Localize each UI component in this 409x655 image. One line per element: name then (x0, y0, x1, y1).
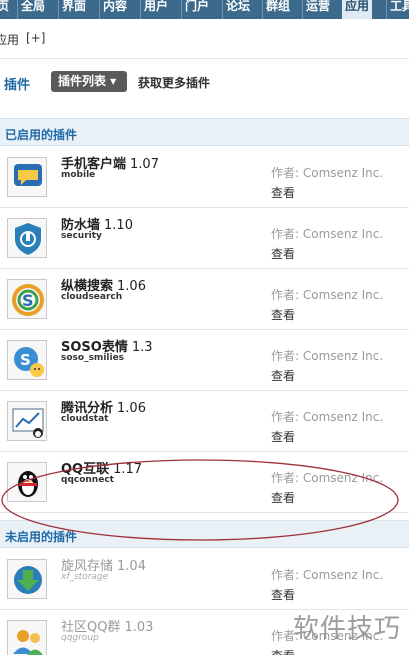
qq-penguin-icon (7, 462, 47, 502)
plugin-list-dropdown[interactable]: 插件列表 ▾ (51, 71, 127, 92)
plugin-author: 作者: Comsenz Inc. (271, 471, 384, 485)
page-title: 插件 (4, 78, 31, 93)
section-disabled: 未启用的插件 (0, 520, 409, 548)
security-shield-icon (7, 218, 47, 258)
tab-content[interactable]: 内容 (99, 0, 130, 19)
search-s-icon: S (7, 279, 47, 319)
tab-groups[interactable]: 群组 (262, 0, 293, 19)
section-enabled-title: 已启用的插件 (5, 128, 78, 142)
view-link[interactable]: 查看 (271, 245, 295, 262)
plugin-author: 作者: Comsenz Inc. (271, 227, 384, 241)
plugin-row: 旋风存储 1.04 xf_storage 作者: Comsenz Inc. 查看 (0, 549, 409, 610)
tab-tools[interactable]: 工具 (386, 0, 409, 19)
plugin-author: 作者: Comsenz Inc. (271, 166, 384, 180)
plugin-row: S 纵横搜索 1.06 cloudsearch 作者: Comsenz Inc. … (0, 269, 409, 330)
section-enabled: 已启用的插件 (0, 118, 409, 146)
qq-group-icon (7, 620, 47, 655)
plugin-author: 作者: Comsenz Inc. (271, 568, 384, 582)
plugin-row: 腾讯分析 1.06 cloudstat 作者: Comsenz Inc. 查看 (0, 391, 409, 452)
plugin-identifier: soso_smilies (61, 353, 125, 363)
tab-global[interactable]: 全局 (17, 0, 48, 19)
watermark: 软件技巧 (293, 614, 402, 644)
subbar-label: 应用 (0, 33, 20, 47)
plugin-author: 作者: Comsenz Inc. (271, 410, 384, 424)
tab-apps[interactable]: 应用 (342, 0, 373, 19)
view-link[interactable]: 查看 (271, 586, 295, 603)
view-link[interactable]: 查看 (271, 306, 295, 323)
tab-home[interactable]: 页 (0, 0, 12, 19)
plugin-identifier: xf_storage (61, 572, 109, 582)
expand-toggle[interactable]: [+] (26, 31, 45, 45)
plugin-author: 作者: Comsenz Inc. (271, 349, 384, 363)
analytics-chart-icon (7, 401, 47, 441)
get-more-plugins-link[interactable]: 获取更多插件 (138, 74, 210, 91)
plugin-row: S SOSO表情 1.3 soso_smilies 作者: Comsenz Inc… (0, 330, 409, 391)
svg-text:S: S (20, 351, 31, 369)
plugin-row: 防水墙 1.10 security 作者: Comsenz Inc. 查看 (0, 208, 409, 269)
tab-operations[interactable]: 运营 (302, 0, 333, 19)
plugin-identifier: qqgroup (61, 633, 99, 643)
tab-forum[interactable]: 论坛 (222, 0, 253, 19)
plugin-identifier: qqconnect (61, 475, 114, 485)
download-arrow-icon (7, 559, 47, 599)
sub-bar: 应用 [+] (0, 19, 409, 59)
plugin-identifier: mobile (61, 170, 96, 180)
plugin-identifier: security (61, 231, 102, 241)
view-link[interactable]: 查看 (271, 428, 295, 445)
view-link[interactable]: 查看 (271, 489, 295, 506)
plugin-row: 手机客户端 1.07 mobile 作者: Comsenz Inc. 查看 (0, 147, 409, 208)
tab-users[interactable]: 用户 (140, 0, 171, 19)
plugin-author: 作者: Comsenz Inc. (271, 288, 384, 302)
plugin-identifier: cloudsearch (61, 292, 123, 302)
plugin-identifier: cloudstat (61, 414, 109, 424)
plugin-header: 插件 插件列表 ▾ 获取更多插件 (0, 60, 409, 106)
plugin-row: QQ互联 1.17 qqconnect 作者: Comsenz Inc. 查看 (0, 452, 409, 513)
view-link[interactable]: 查看 (271, 184, 295, 201)
tab-interface[interactable]: 界面 (58, 0, 89, 19)
section-disabled-title: 未启用的插件 (5, 530, 78, 544)
view-link[interactable]: 查看 (271, 647, 295, 655)
smiley-search-icon: S (7, 340, 47, 380)
mobile-chat-icon (7, 157, 47, 197)
top-nav: 页 全局 界面 内容 用户 门户 论坛 群组 运营 应用 工具 (0, 0, 409, 19)
tab-portal[interactable]: 门户 (181, 0, 212, 19)
svg-text:S: S (22, 291, 34, 310)
view-link[interactable]: 查看 (271, 367, 295, 384)
